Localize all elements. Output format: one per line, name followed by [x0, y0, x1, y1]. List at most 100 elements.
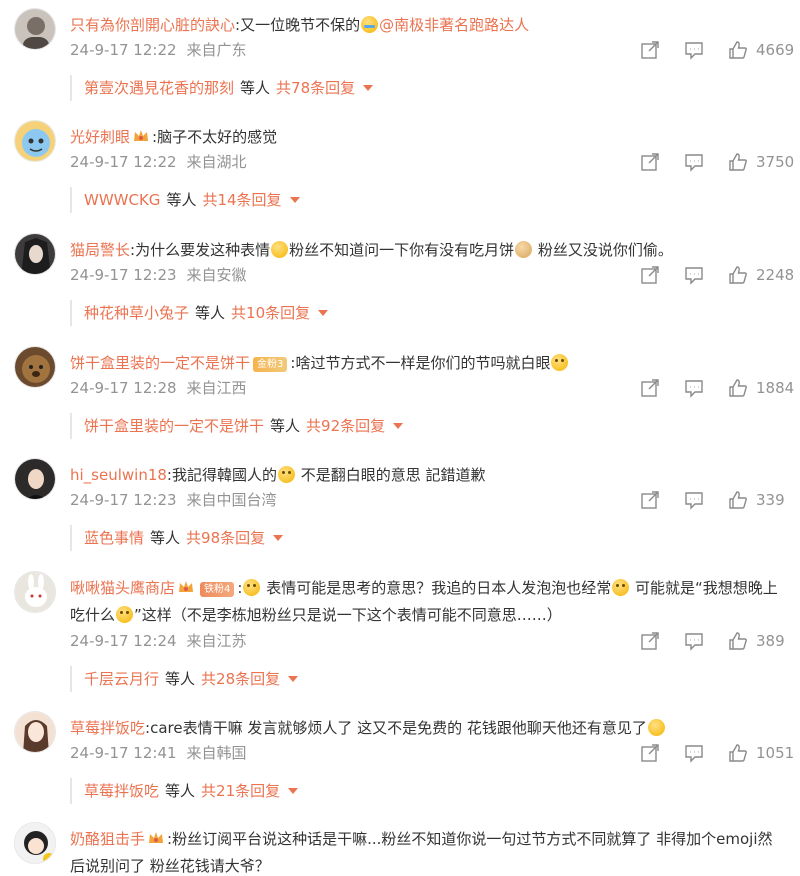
reply-summary[interactable]: 饼干盒里装的一定不是饼干 等人 共92条回复: [70, 413, 404, 439]
thumbs-up-icon[interactable]: [728, 40, 748, 60]
avatar[interactable]: [14, 458, 56, 500]
share-icon[interactable]: [640, 152, 660, 172]
like-count: 3750: [756, 153, 795, 171]
thumbs-up-icon[interactable]: [728, 490, 748, 510]
comment-body: :粉丝订阅平台说这种话是干嘛...粉丝不知道你说一句过节方式不同就算了 非得加个…: [70, 830, 773, 875]
reply-count[interactable]: 共10条回复: [231, 304, 310, 322]
reply-user-link[interactable]: 蓝色事情: [84, 529, 144, 547]
expand-arrow-icon[interactable]: [273, 535, 284, 541]
reply-summary[interactable]: WWWCKG 等人 共14条回复: [70, 187, 300, 213]
reply-summary[interactable]: 第壹次遇見花香的那刻 等人 共78条回复: [70, 75, 374, 101]
comment-text: 草莓拌饭吃:care表情干嘛 发言就够烦人了 这又不是免费的 花钱跟他聊天他还有…: [70, 715, 785, 741]
thumbs-up-icon[interactable]: [728, 743, 748, 763]
username-link[interactable]: 光好刺眼: [70, 128, 130, 146]
comment-icon[interactable]: [684, 40, 704, 60]
reply-user-link[interactable]: 第壹次遇見花香的那刻: [84, 79, 234, 97]
avatar[interactable]: [14, 8, 56, 50]
reply-summary[interactable]: 种花种草小兔子 等人 共10条回复: [70, 300, 329, 326]
expand-arrow-icon[interactable]: [288, 676, 299, 682]
avatar[interactable]: [14, 571, 56, 613]
reply-count[interactable]: 共78条回复: [276, 79, 355, 97]
comment-location: 来自中国台湾: [186, 491, 277, 509]
comment-icon[interactable]: [684, 743, 704, 763]
comment-body: :为什么要发这种表情: [130, 241, 271, 259]
reply-user-link[interactable]: 草莓拌饭吃: [84, 782, 159, 800]
reply-user-link[interactable]: 种花种草小兔子: [84, 304, 189, 322]
username-link[interactable]: 只有為你剖開心脏的訣心: [70, 16, 235, 34]
comment-text: 啾啾猫头鹰商店 铁粉4: 表情可能是思考的意思？我追的日本人发泡泡也经常 可能就是…: [70, 575, 785, 629]
share-icon[interactable]: [640, 743, 660, 763]
reply-etc: 等人: [165, 782, 196, 800]
reply-user-link[interactable]: 饼干盒里装的一定不是饼干: [84, 417, 264, 435]
comment-time: 24-9-17 12:41: [70, 744, 177, 762]
share-icon[interactable]: [640, 631, 660, 651]
comment-actions: 4669: [640, 39, 795, 61]
comment-meta: 24-9-17 12:22 来自湖北: [70, 152, 247, 172]
comment-icon[interactable]: [684, 631, 704, 651]
like-count: 4669: [756, 41, 795, 59]
username-link[interactable]: 奶酪狙击手: [70, 830, 145, 848]
comment-text: 奶酪狙击手:粉丝订阅平台说这种话是干嘛...粉丝不知道你说一句过节方式不同就算了…: [70, 826, 785, 876]
expand-arrow-icon[interactable]: [318, 310, 329, 316]
like-count: 2248: [756, 266, 795, 284]
username-link[interactable]: 草莓拌饭吃: [70, 719, 145, 737]
comment-time: 24-9-17 12:22: [70, 153, 177, 171]
expand-arrow-icon[interactable]: [363, 85, 374, 91]
comment-location: 来自江苏: [186, 632, 247, 650]
reply-count[interactable]: 共14条回复: [202, 191, 281, 209]
reply-count[interactable]: 共92条回复: [306, 417, 385, 435]
comment-icon[interactable]: [684, 378, 704, 398]
comment-actions: 3750: [640, 151, 795, 173]
reply-etc: 等人: [150, 529, 181, 547]
username-link[interactable]: 猫局警长: [70, 241, 130, 259]
comment-icon[interactable]: [684, 265, 704, 285]
fan-badge[interactable]: 铁粉4: [200, 582, 235, 597]
fan-badge[interactable]: 金粉3: [253, 357, 288, 372]
reply-summary[interactable]: 草莓拌饭吃 等人 共21条回复: [70, 778, 299, 804]
comment-icon[interactable]: [684, 152, 704, 172]
reply-etc: 等人: [270, 417, 301, 435]
share-icon[interactable]: [640, 378, 660, 398]
comment-body-cont: 表情可能是思考的意思？我追的日本人发泡泡也经常: [261, 579, 612, 597]
reply-user-link[interactable]: WWWCKG: [84, 191, 160, 209]
reply-user-link[interactable]: 千层云月行: [84, 670, 159, 688]
thumbs-up-icon[interactable]: [728, 265, 748, 285]
mooncake-emoji-icon: [515, 241, 533, 258]
smile-emoji-icon: [647, 719, 665, 736]
crown-badge-icon: [179, 581, 194, 592]
thumbs-up-icon[interactable]: [728, 152, 748, 172]
comment-time: 24-9-17 12:22: [70, 41, 177, 59]
avatar[interactable]: [14, 346, 56, 388]
mention-link[interactable]: @南极非著名跑路达人: [379, 16, 529, 34]
expand-arrow-icon[interactable]: [288, 788, 299, 794]
comment-icon[interactable]: [684, 490, 704, 510]
expand-arrow-icon[interactable]: [289, 197, 300, 203]
avatar[interactable]: [14, 711, 56, 753]
reply-summary[interactable]: 蓝色事情 等人 共98条回复: [70, 525, 284, 551]
share-icon[interactable]: [640, 490, 660, 510]
reply-etc: 等人: [240, 79, 271, 97]
like-count: 1884: [756, 379, 795, 397]
username-link[interactable]: 饼干盒里装的一定不是饼干: [70, 354, 250, 372]
thumbs-up-icon[interactable]: [728, 378, 748, 398]
reply-count[interactable]: 共28条回复: [201, 670, 280, 688]
comment-body: :啥过节方式不一样是你们的节吗就白眼: [290, 354, 551, 372]
expand-arrow-icon[interactable]: [393, 423, 404, 429]
comment-meta: 24-9-17 12:41 来自韩国: [70, 743, 247, 763]
username-link[interactable]: 啾啾猫头鹰商店: [70, 579, 175, 597]
share-icon[interactable]: [640, 40, 660, 60]
avatar[interactable]: [14, 120, 56, 162]
share-icon[interactable]: [640, 265, 660, 285]
username-link[interactable]: hi_seulwin18: [70, 466, 167, 484]
eye-roll-emoji-icon: [277, 466, 295, 483]
reply-etc: 等人: [165, 670, 196, 688]
reply-count[interactable]: 共21条回复: [201, 782, 280, 800]
avatar[interactable]: [14, 233, 56, 275]
comment-meta: 24-9-17 12:28 来自江西: [70, 378, 247, 398]
avatar[interactable]: [14, 822, 56, 864]
comment-time: 24-9-17 12:23: [70, 491, 177, 509]
comment-text: 猫局警长:为什么要发这种表情 粉丝不知道问一下你有没有吃月饼 粉丝又没说你们偷。: [70, 237, 785, 263]
thumbs-up-icon[interactable]: [728, 631, 748, 651]
reply-summary[interactable]: 千层云月行 等人 共28条回复: [70, 666, 299, 692]
reply-count[interactable]: 共98条回复: [186, 529, 265, 547]
